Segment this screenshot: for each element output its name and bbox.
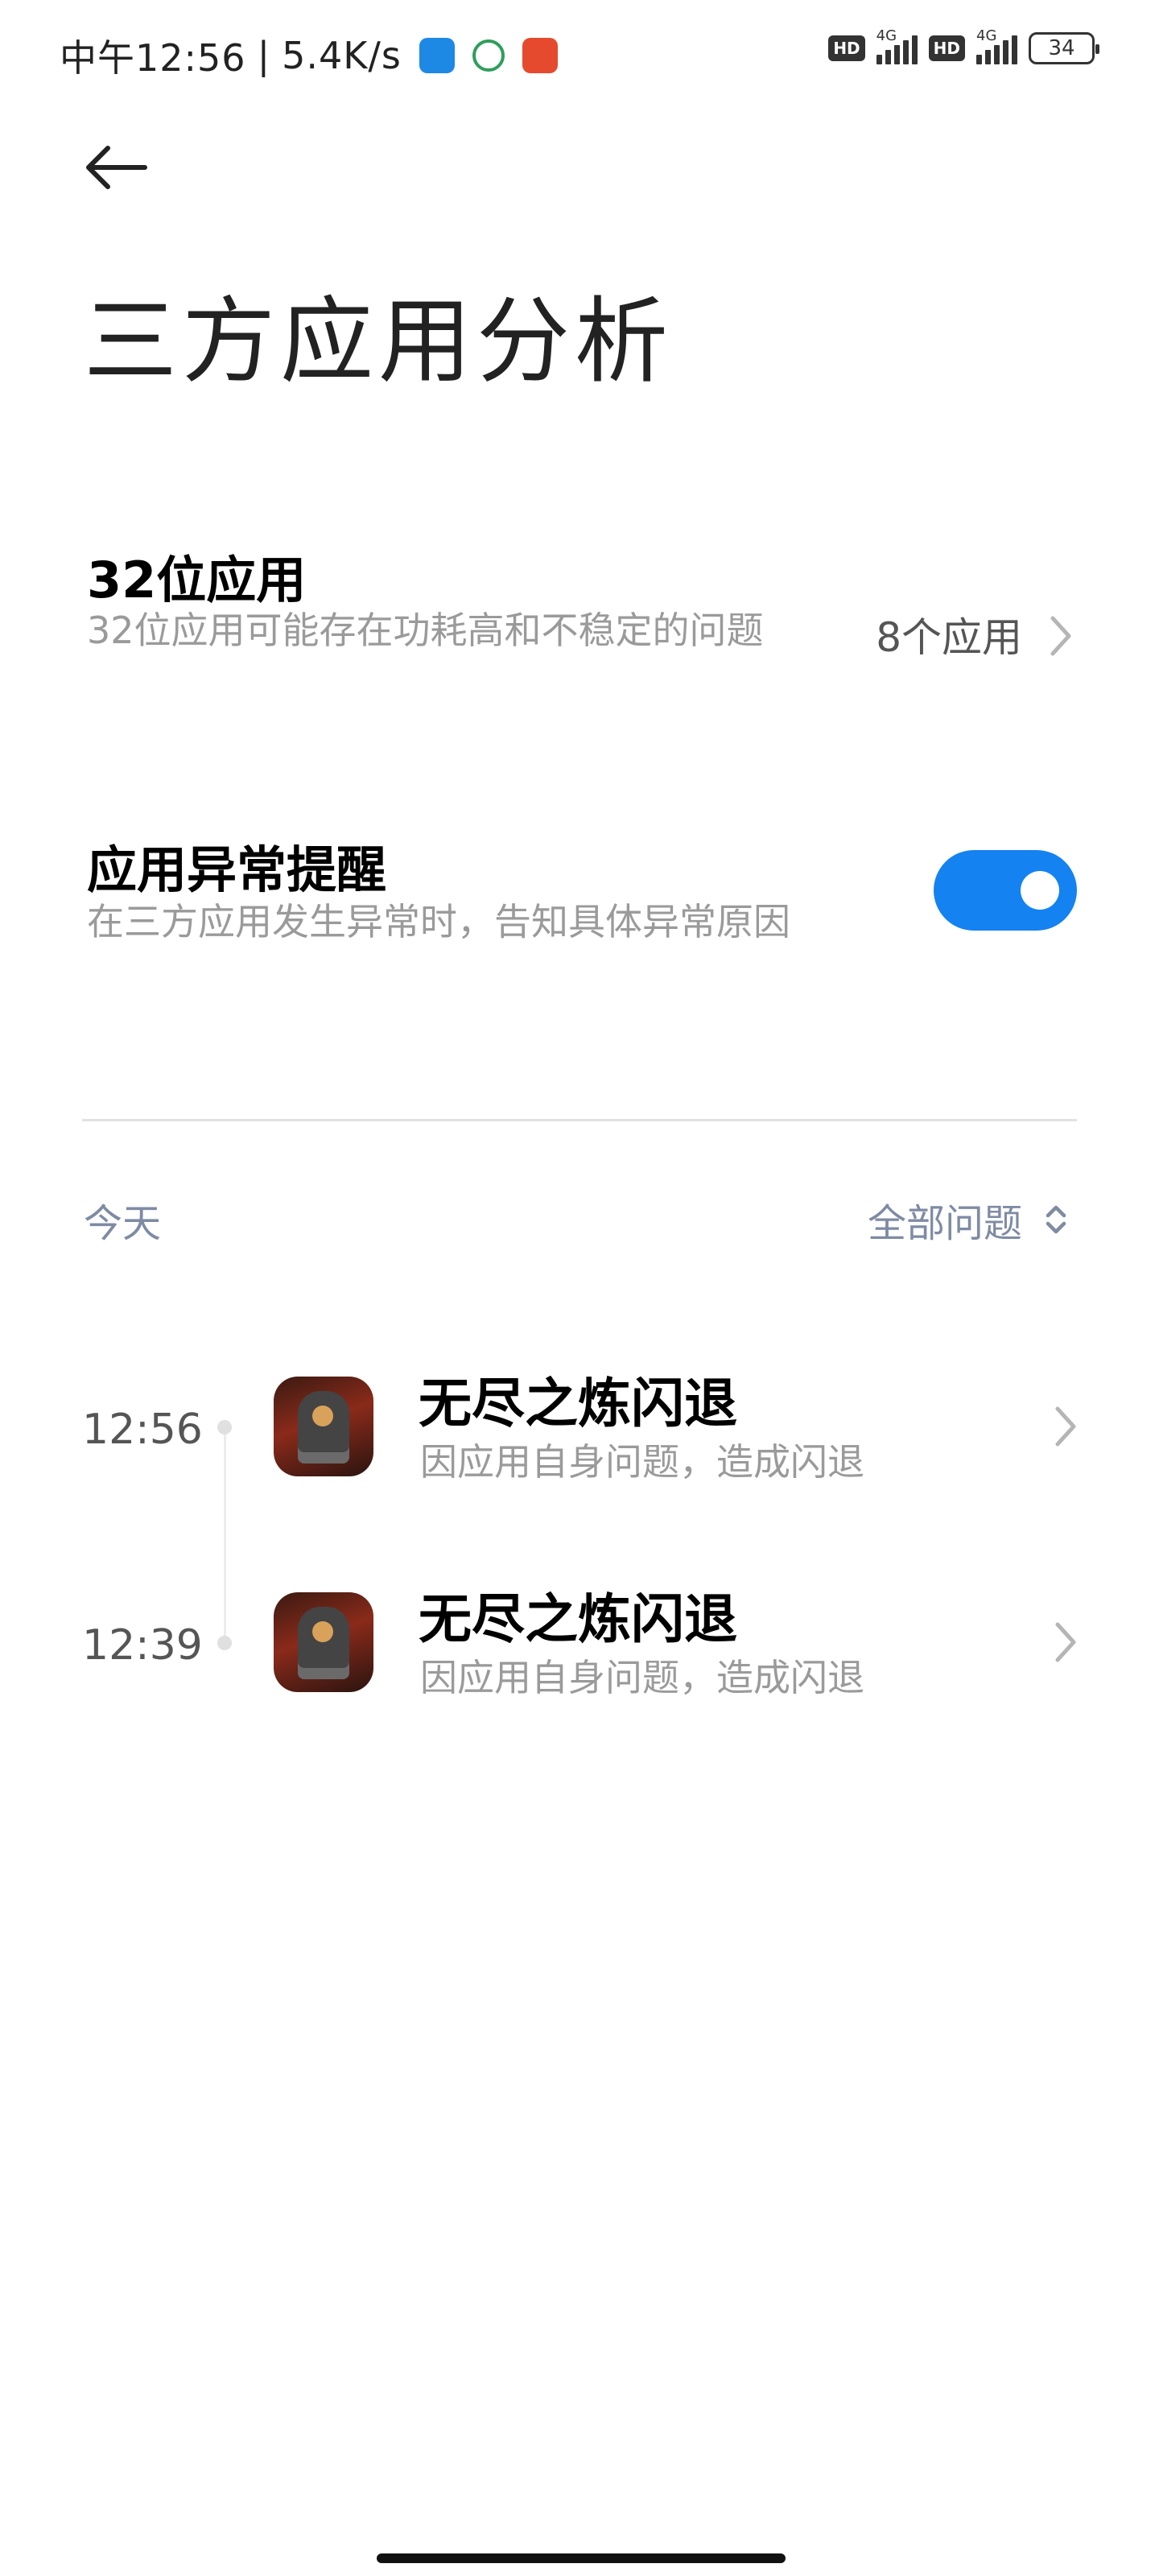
back-button[interactable]: [84, 143, 148, 192]
timeline-dot: [217, 1636, 232, 1650]
timeline-dot: [217, 1420, 232, 1435]
apps-32bit-description: 32位应用可能存在功耗高和不稳定的问题: [87, 609, 764, 652]
crash-event-item[interactable]: 12:56 无尽之炼闪退 因应用自身问题，造成闪退: [0, 1360, 1159, 1497]
chevron-right-icon: [1055, 1622, 1076, 1662]
crash-event-item[interactable]: 12:39 无尽之炼闪退 因应用自身问题，造成闪退: [0, 1576, 1159, 1713]
event-time: 12:39: [82, 1621, 203, 1670]
red-app-icon: [522, 38, 558, 73]
divider: [82, 1119, 1077, 1121]
abnormal-alert-title: 应用异常提醒: [87, 840, 387, 899]
apps-32bit-title: 32位应用: [87, 551, 307, 609]
blue-app-icon: [419, 38, 455, 73]
chevron-right-icon: [1055, 1406, 1076, 1447]
abnormal-alert-description: 在三方应用发生异常时，告知具体异常原因: [87, 900, 790, 943]
event-description: 因应用自身问题，造成闪退: [420, 1656, 864, 1699]
apps-32bit-count: 8个应用: [876, 614, 1022, 661]
game-app-icon: [274, 1592, 373, 1692]
status-time: 中午12:56: [60, 36, 246, 80]
status-separator: |: [257, 34, 271, 77]
page-title: 三方应用分析: [84, 287, 673, 396]
battery-level: 34: [1048, 36, 1075, 60]
status-bar: 中午12:56 | 5.4K/s HD 4G HD 4G 34: [0, 0, 1159, 105]
timeline-day-label: 今天: [84, 1201, 162, 1246]
battery-icon: 34: [1029, 32, 1099, 64]
network-type-label-2: 4G: [976, 27, 997, 44]
event-title: 无尽之炼闪退: [419, 1373, 737, 1435]
timeline-header: 今天 全部问题: [0, 1183, 1159, 1248]
sort-updown-icon[interactable]: [1040, 1199, 1072, 1240]
home-indicator[interactable]: [377, 2553, 786, 2563]
toggle-knob: [1021, 871, 1059, 910]
status-right: HD 4G HD 4G 34: [828, 27, 1099, 64]
signal-icon-2: 4G: [976, 27, 1017, 64]
network-speed: 5.4K/s: [282, 34, 402, 77]
hd-badge-2: HD: [928, 35, 965, 61]
apps-32bit-row[interactable]: 32位应用 32位应用可能存在功耗高和不稳定的问题 8个应用: [0, 531, 1159, 724]
network-type-label: 4G: [876, 27, 897, 44]
signal-icon: 4G: [876, 27, 918, 64]
abnormal-alert-row: 应用异常提醒 在三方应用发生异常时，告知具体异常原因: [0, 821, 1159, 982]
chevron-right-icon: [1050, 616, 1071, 656]
arrow-left-icon: [86, 146, 147, 189]
event-time: 12:56: [82, 1406, 203, 1454]
issue-filter-button[interactable]: 全部问题: [868, 1191, 1022, 1248]
hd-badge: HD: [828, 35, 865, 61]
green-app-icon: [472, 39, 505, 72]
status-left: 中午12:56 | 5.4K/s: [60, 29, 558, 82]
game-app-icon: [274, 1377, 373, 1476]
event-title: 无尽之炼闪退: [419, 1588, 737, 1650]
abnormal-alert-toggle[interactable]: [934, 850, 1077, 931]
event-description: 因应用自身问题，造成闪退: [420, 1440, 864, 1484]
